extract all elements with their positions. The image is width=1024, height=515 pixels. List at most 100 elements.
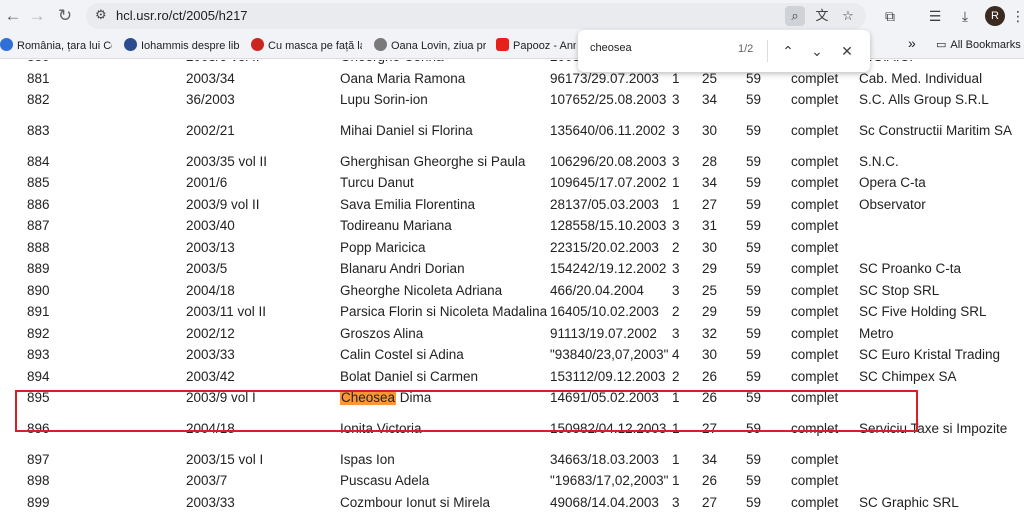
cell-registration: 16405/10.02.2003: [550, 304, 659, 320]
reload-icon[interactable]: ↻: [54, 5, 76, 27]
extensions-icon[interactable]: ⧉: [880, 6, 900, 26]
cell-person-name: Mihai Daniel si Florina: [340, 123, 473, 138]
records-table: 8802003/9 vol IIGheorghe Corina2003...D.…: [0, 60, 1024, 513]
cell-file-number: 2003/15 vol I: [186, 451, 264, 467]
bookmark-star-icon[interactable]: ☆: [838, 6, 858, 26]
row-indent: [0, 215, 27, 237]
cell-count-b: 31: [702, 218, 718, 234]
site-favicon-icon: [374, 38, 387, 51]
cell-person-name: Popp Maricica: [340, 239, 426, 255]
cell-count-c: 59: [746, 282, 762, 298]
row-indent: [0, 60, 27, 68]
cell-organization: [859, 387, 1024, 409]
cell-row-number: 882: [27, 92, 50, 108]
table-row-highlighted: 895 2003/9 vol I Cheosea Dima 14691/05.02.2…: [0, 387, 1024, 409]
cell-status: complet: [791, 153, 839, 169]
table-row: 893 2003/33 Calin Costel si Adina "93840/23…: [0, 344, 1024, 366]
cell-status: complet: [791, 451, 839, 467]
cell-row-number: 898: [27, 473, 50, 489]
table-row: 884 2003/35 vol II Gherghisan Gheorghe si …: [0, 151, 1024, 173]
cell-file-number: 2003/42: [186, 368, 235, 384]
cell-count-a: 1: [672, 421, 680, 436]
table-row: 882 36/2003 Lupu Sorin-ion 107652/25.08.200…: [0, 89, 1024, 111]
menu-icon[interactable]: ⋮: [1008, 6, 1024, 26]
cell-person-name: Calin Costel si Adina: [340, 347, 464, 363]
cell-count-c: 59: [746, 123, 762, 138]
row-indent: [0, 344, 27, 366]
row-indent: [0, 470, 27, 492]
bookmark-item[interactable]: Iohammis despre lib...: [124, 38, 239, 54]
cell-registration: "19683/17,02,2003": [550, 473, 669, 489]
cell-count-a: 3: [672, 282, 680, 298]
find-in-page-icon[interactable]: ⌕: [785, 6, 805, 26]
row-indent: [0, 492, 27, 514]
site-settings-icon[interactable]: ⚙: [95, 7, 107, 23]
cell-registration: 14691/05.02.2003: [550, 390, 659, 406]
cell-count-b: 27: [702, 421, 718, 436]
find-divider: [767, 40, 768, 62]
all-bookmarks-button[interactable]: ▭ All Bookmarks: [936, 38, 1024, 54]
cell-count-c: 59: [746, 494, 762, 510]
cell-file-number: 2003/11 vol II: [186, 304, 267, 320]
cell-organization: Metro: [859, 325, 894, 341]
cell-organization: SC Euro Kristal Trading: [859, 347, 1001, 363]
cell-count-b: 26: [702, 473, 718, 489]
cell-count-c: 59: [746, 368, 762, 384]
find-input[interactable]: cheosea: [590, 42, 730, 54]
download-icon[interactable]: ⤓: [955, 6, 975, 26]
bookmarks-overflow-chevron-icon[interactable]: »: [908, 35, 916, 51]
address-bar[interactable]: ⚙ hcl.usr.ro/ct/2005/h217 ⌕ 文 ☆: [86, 3, 866, 29]
cell-registration: 91113/19.07.2002: [550, 325, 657, 341]
table-row: 885 2001/6 Turcu Danut 109645/17.07.2002 1 34…: [0, 172, 1024, 194]
row-indent: [0, 258, 27, 280]
cell-status: complet: [791, 239, 839, 255]
table-row: 881 2003/34 Oana Maria Ramona 96173/29.07.2…: [0, 68, 1024, 90]
row-indent: [0, 387, 27, 409]
cell-organization: [859, 470, 1024, 492]
cell-status: complet: [791, 123, 839, 138]
cell-count-c: 59: [746, 239, 762, 255]
cell-file-number: 36/2003: [186, 92, 235, 108]
translate-icon[interactable]: 文: [812, 6, 832, 26]
back-arrow-icon[interactable]: ←: [2, 5, 24, 27]
cell-person-name: Sava Emilia Florentina: [340, 196, 476, 212]
cell-count-c: 59: [746, 196, 762, 212]
cell-count-a: 3: [672, 92, 680, 108]
cell-count-a: 3: [672, 261, 680, 277]
cell-person-name: Gheorghe Corina: [340, 60, 550, 68]
find-previous-chevron-up-icon[interactable]: ⌃: [777, 40, 799, 62]
cell-row-number: 885: [27, 175, 50, 191]
cell-row-number: 884: [27, 153, 50, 169]
bookmark-item[interactable]: România, țara lui Co...: [0, 38, 112, 54]
forward-arrow-icon[interactable]: →: [26, 5, 48, 27]
cell-file-number: 2003/5: [186, 261, 228, 277]
cell-row-number: 891: [27, 304, 50, 320]
bookmark-item[interactable]: Papooz - Ann W: [496, 38, 576, 54]
cell-organization: Cab. Med. Individual: [859, 70, 983, 86]
reading-list-icon[interactable]: ☰: [925, 6, 945, 26]
find-next-chevron-down-icon[interactable]: ⌄: [806, 40, 828, 62]
cell-row-number: 892: [27, 325, 50, 341]
name-rest: Dima: [396, 390, 432, 406]
cell-count-b: 30: [702, 347, 718, 363]
cell-count-a: 3: [672, 153, 680, 169]
url-text[interactable]: hcl.usr.ro/ct/2005/h217: [116, 8, 248, 23]
find-match-highlight: Cheosea: [340, 390, 397, 406]
cell-registration: 150982/04.12.2003: [550, 421, 667, 436]
profile-avatar[interactable]: R: [985, 6, 1005, 26]
find-close-icon[interactable]: ✕: [836, 40, 858, 62]
cell-row-number: 890: [27, 282, 50, 298]
cell-organization: Serviciu Taxe si Impozite: [859, 421, 1008, 436]
cell-person-name: Gheorghe Nicoleta Adriana: [340, 282, 503, 298]
cell-file-number: 2003/34: [186, 70, 235, 86]
cell-count-c: 59: [746, 347, 762, 363]
bookmark-item[interactable]: Oana Lovin, ziua pr...: [374, 38, 486, 54]
cell-registration: 107652/25.08.2003: [550, 92, 667, 108]
cell-row-number: 896: [27, 421, 50, 436]
cell-row-number: 883: [27, 123, 50, 138]
bookmark-item[interactable]: Cu masca pe față la...: [251, 38, 362, 54]
row-indent: [0, 89, 27, 111]
cell-person-name: Oana Maria Ramona: [340, 70, 466, 86]
cell-row-number: 899: [27, 494, 50, 510]
cell-count-b: 28: [702, 153, 718, 169]
